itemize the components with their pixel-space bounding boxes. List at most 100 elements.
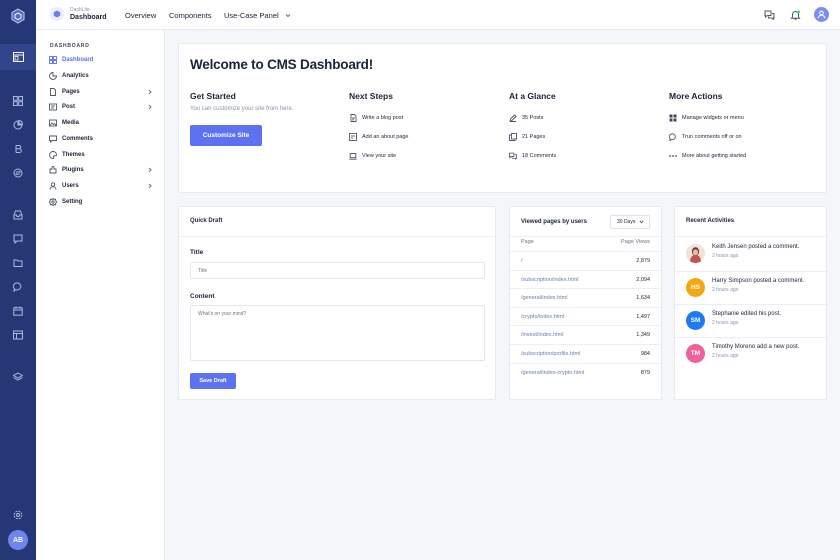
table-row[interactable]: / 2,879 <box>510 251 661 270</box>
next-step-view-site[interactable]: View your site <box>349 152 396 160</box>
glance-label: 21 Pages <box>522 134 546 140</box>
message-circle-icon[interactable] <box>10 279 26 295</box>
sidebar-item-post[interactable]: Post <box>48 101 154 113</box>
cms-dashboard-icon[interactable] <box>0 44 36 70</box>
table-row[interactable]: /crypto/index.html 1,497 <box>510 306 661 326</box>
exchange-icon[interactable] <box>10 165 26 181</box>
pie-chart-icon[interactable] <box>10 117 26 133</box>
glance-posts[interactable]: 35 Posts <box>509 114 543 122</box>
activity-time: 2 hours ago <box>712 353 739 359</box>
table-row[interactable]: /subscription/profile.html 984 <box>510 344 661 363</box>
sidebar-item-comments[interactable]: Comments <box>48 133 154 145</box>
activity-time: 2 hours ago <box>712 320 739 326</box>
action-label: Trun comments off or on <box>682 134 742 140</box>
top-header: DashLite Dashboard Overview Components U… <box>36 0 840 30</box>
sidebar-item-label: Media <box>62 120 80 126</box>
page-views: 2,879 <box>636 258 650 264</box>
bitcoin-icon[interactable] <box>10 141 26 157</box>
glance-comments[interactable]: 18 Comments <box>509 152 556 160</box>
page-path[interactable]: /general/index-crypto.html <box>521 370 584 376</box>
activity-item[interactable]: TM Timothy Moreno add a new post. 2 hour… <box>686 343 836 369</box>
page-views: 984 <box>640 351 650 357</box>
action-getting-started[interactable]: More about getting started <box>669 152 746 160</box>
table-row[interactable]: /subscription/index.html 2,094 <box>510 269 661 289</box>
inbox-icon[interactable] <box>10 207 26 223</box>
activity-item[interactable]: SM Stephanie edited his post. 2 hours ag… <box>686 310 836 336</box>
sidebar-item-media[interactable]: Media <box>48 117 154 129</box>
avatar: TM <box>686 344 705 363</box>
sidebar-item-pages[interactable]: Pages <box>48 86 154 98</box>
app-logo-icon[interactable] <box>9 7 27 25</box>
viewed-pages-title: Viewed pages by users <box>521 219 587 225</box>
settings-gear-icon[interactable] <box>10 507 26 523</box>
sidebar-item-plugins[interactable]: Plugins <box>48 164 154 176</box>
page-add-icon <box>349 133 357 141</box>
table-icon[interactable] <box>10 327 26 343</box>
brand-subtitle: DashLite <box>70 7 90 13</box>
save-draft-button[interactable]: Save Draft <box>190 373 236 389</box>
brand-logo-icon[interactable] <box>50 7 64 21</box>
quick-draft-card: Quick Draft Title Content Save Draft <box>178 206 496 400</box>
welcome-card: Welcome to CMS Dashboard! Get Started Yo… <box>178 43 827 193</box>
activity-item[interactable]: HS Harry Simpson posted a comment. 2 hou… <box>686 277 836 303</box>
activity-message: Keith Jensen posted a comment. <box>712 244 800 250</box>
next-step-add-about[interactable]: Add an about page <box>349 133 409 141</box>
nav-usecase-panel[interactable]: Use-Case Panel <box>224 11 291 20</box>
table-row[interactable]: /general/index.html 1,634 <box>510 288 661 307</box>
activity-time: 2 hours ago <box>712 287 739 293</box>
next-step-label: Add an about page <box>362 134 409 140</box>
sidebar-item-label: Dashboard <box>62 57 94 63</box>
page-path[interactable]: /subscription/profile.html <box>521 351 580 357</box>
chat-bubbles-icon[interactable] <box>762 8 776 22</box>
table-row[interactable]: /invest/index.html 1,349 <box>510 325 661 344</box>
recent-activities-title: Recent Activities <box>686 218 735 224</box>
sidebar-item-setting[interactable]: Setting <box>48 196 154 208</box>
layers-icon[interactable] <box>10 369 26 385</box>
page-path[interactable]: /general/index.html <box>521 295 567 301</box>
get-started-title: Get Started <box>190 91 236 101</box>
sidebar-item-analytics[interactable]: Analytics <box>48 70 154 82</box>
grid-icon[interactable] <box>10 93 26 109</box>
user-avatar[interactable]: AB <box>8 530 28 550</box>
sidebar-item-label: Setting <box>62 199 83 205</box>
glance-label: 35 Posts <box>522 115 544 121</box>
user-profile-icon[interactable] <box>814 7 829 22</box>
folder-icon[interactable] <box>10 255 26 271</box>
viewed-pages-header: Viewed pages by users 30 Days <box>510 207 661 237</box>
notification-bell-icon[interactable] <box>788 8 802 22</box>
content-textarea[interactable] <box>190 305 485 361</box>
activity-time: 2 hours ago <box>712 253 739 259</box>
page-path[interactable]: /subscription/index.html <box>521 277 578 283</box>
page-views: 879 <box>640 369 650 376</box>
activity-item[interactable]: Keith Jensen posted a comment. 2 hours a… <box>686 243 836 269</box>
table-row[interactable]: /general/index-crypto.html 879 <box>510 362 661 382</box>
sidebar-item-label: Analytics <box>62 73 89 79</box>
chevron-right-icon <box>146 183 154 189</box>
action-toggle-comments[interactable]: Trun comments off or on <box>669 133 742 141</box>
chat-icon[interactable] <box>10 231 26 247</box>
nav-overview[interactable]: Overview <box>125 11 156 20</box>
sidebar-heading: DASHBOARD <box>50 43 90 49</box>
page-path[interactable]: /invest/index.html <box>521 332 564 338</box>
sidebar-item-dashboard[interactable]: Dashboard <box>48 54 154 66</box>
recent-activities-header: Recent Activities <box>675 207 826 237</box>
customize-site-button[interactable]: Customize Site <box>190 125 262 146</box>
date-range-select[interactable]: 30 Days <box>610 215 650 229</box>
page-path[interactable]: /crypto/index.html <box>521 314 564 320</box>
title-input[interactable] <box>190 262 485 279</box>
nav-components[interactable]: Components <box>169 11 212 20</box>
glance-pages[interactable]: 21 Pages <box>509 133 545 141</box>
brand-title[interactable]: Dashboard <box>70 14 107 21</box>
icon-rail: AB <box>0 0 36 560</box>
sidebar-item-themes[interactable]: Themes <box>48 149 154 161</box>
page-path[interactable]: / <box>521 258 523 264</box>
sidebar-item-users[interactable]: Users <box>48 180 154 192</box>
action-label: More about getting started <box>682 153 747 159</box>
calendar-icon[interactable] <box>10 303 26 319</box>
next-step-write-post[interactable]: Write a blog post <box>349 114 403 122</box>
avatar <box>686 244 705 263</box>
action-manage-widgets[interactable]: Manage widgets or menu <box>669 114 744 122</box>
more-actions-title: More Actions <box>669 91 723 101</box>
divider <box>675 271 828 272</box>
quick-draft-title: Quick Draft <box>190 218 223 224</box>
